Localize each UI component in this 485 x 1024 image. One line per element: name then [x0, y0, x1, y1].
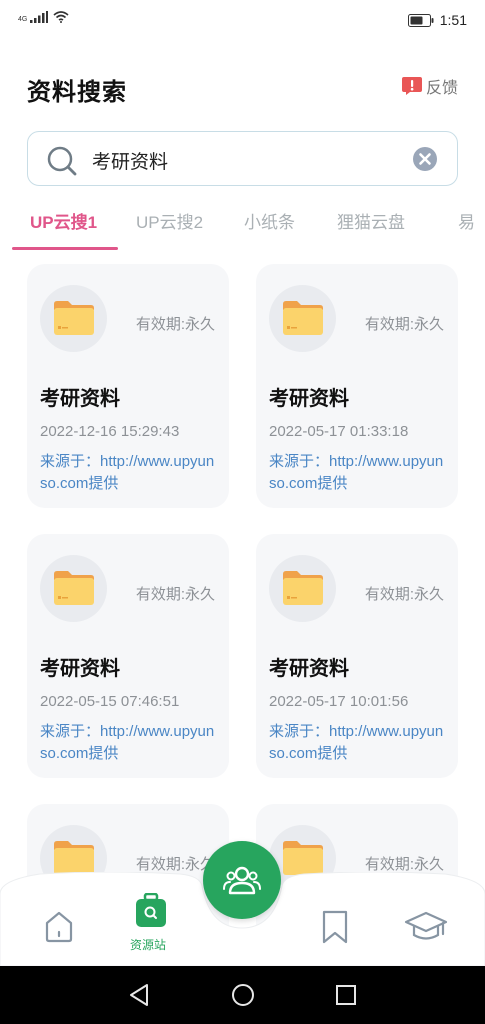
tab-yi[interactable]: 易: [458, 208, 475, 233]
result-date: 2022-05-17 10:01:56: [269, 693, 409, 710]
status-left: 4G: [18, 11, 69, 23]
network-type: 4G: [18, 16, 28, 23]
result-title[interactable]: 考研资料: [269, 382, 349, 411]
result-title[interactable]: 考研资料: [269, 652, 349, 681]
home-icon[interactable]: [42, 910, 76, 944]
folder-icon-wrap: [269, 555, 336, 622]
folder-icon: [283, 301, 323, 335]
folder-icon: [54, 571, 94, 605]
battery-icon: [407, 13, 434, 27]
feedback-button[interactable]: 反馈: [401, 74, 458, 98]
search-value[interactable]: 考研资料: [92, 147, 168, 174]
result-card[interactable]: 有效期:永久 考研资料 2022-05-17 10:01:56 来源于：http…: [256, 534, 458, 778]
tab-active-indicator: [12, 247, 118, 250]
wifi-icon: [53, 11, 69, 23]
community-icon: [223, 866, 261, 895]
status-right: 1:51: [407, 12, 467, 28]
tab-xiaozhitiao[interactable]: 小纸条: [244, 208, 295, 233]
source-tabs: UP云搜1 UP云搜2 小纸条 狸猫云盘 易: [0, 200, 485, 250]
back-icon[interactable]: [128, 983, 150, 1007]
validity-label: 有效期:永久: [364, 316, 444, 333]
result-source: 来源于：http://www.upyunso.com提供: [269, 453, 444, 492]
result-source: 来源于：http://www.upyunso.com提供: [40, 723, 215, 762]
result-source: 来源于：http://www.upyunso.com提供: [40, 453, 215, 492]
home-button-icon[interactable]: [231, 983, 255, 1007]
community-button[interactable]: [203, 841, 281, 919]
result-title[interactable]: 考研资料: [40, 652, 120, 681]
recent-apps-icon[interactable]: [335, 984, 357, 1006]
status-bar: 4G 1:51: [0, 0, 485, 40]
validity-label: 有效期:永久: [364, 586, 444, 603]
result-card[interactable]: 有效期:永久 考研资料 2022-05-17 01:33:18 来源于：http…: [256, 264, 458, 508]
feedback-label: 反馈: [425, 80, 458, 97]
result-source: 来源于：http://www.upyunso.com提供: [269, 723, 444, 762]
alert-icon: [401, 77, 422, 95]
nav-label-resource[interactable]: 资源站: [130, 936, 166, 953]
search-icon: [47, 146, 77, 176]
folder-icon-wrap: [40, 285, 107, 352]
validity-label: 有效期:永久: [135, 316, 215, 333]
folder-icon-wrap: [40, 555, 107, 622]
result-date: 2022-05-15 07:46:51: [40, 693, 180, 710]
result-card[interactable]: 有效期:永久 考研资料 2022-05-15 07:46:51 来源于：http…: [27, 534, 229, 778]
graduation-cap-icon[interactable]: [404, 910, 448, 944]
result-title[interactable]: 考研资料: [40, 382, 120, 411]
status-time: 1:51: [439, 12, 467, 28]
system-nav-bar: [0, 966, 485, 1024]
tab-limao-yunpan[interactable]: 狸猫云盘: [337, 208, 405, 233]
resource-bag-icon[interactable]: [135, 893, 167, 929]
search-input[interactable]: 考研资料: [27, 131, 458, 186]
tab-up-yunsou-2[interactable]: UP云搜2: [136, 208, 203, 233]
folder-icon-wrap: [269, 285, 336, 352]
result-card[interactable]: 有效期:永久 考研资料 2022-12-16 15:29:43 来源于：http…: [27, 264, 229, 508]
validity-label: 有效期:永久: [135, 586, 215, 603]
folder-icon: [283, 841, 323, 875]
folder-icon: [54, 841, 94, 875]
clear-icon[interactable]: [413, 147, 437, 171]
tab-up-yunsou-1[interactable]: UP云搜1: [30, 208, 97, 233]
folder-icon: [54, 301, 94, 335]
bookmark-icon[interactable]: [320, 910, 350, 944]
signal-icon: [30, 11, 49, 23]
result-date: 2022-05-17 01:33:18: [269, 423, 409, 440]
validity-label: 有效期:永久: [364, 856, 444, 873]
folder-icon: [283, 571, 323, 605]
page-title: 资料搜索: [27, 79, 127, 106]
result-date: 2022-12-16 15:29:43: [40, 423, 180, 440]
